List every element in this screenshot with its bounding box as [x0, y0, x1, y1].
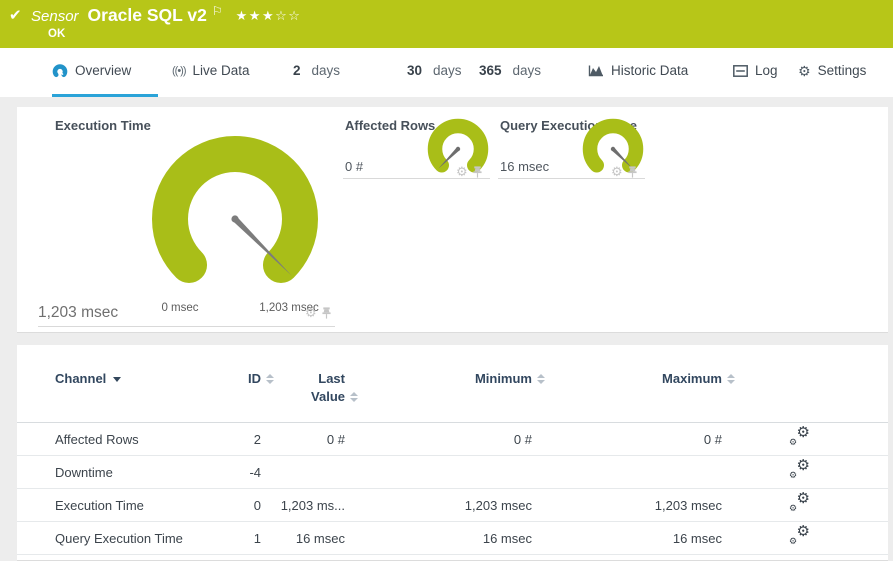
pin-icon[interactable]	[322, 306, 331, 319]
tab-overview[interactable]: Overview	[52, 63, 131, 78]
column-header-id[interactable]: ID	[230, 370, 274, 388]
channel-minimum: 1,203 msec	[464, 497, 532, 513]
channel-settings-icon[interactable]: ⚙	[611, 165, 623, 178]
check-icon: ✔	[9, 7, 22, 24]
tab-live-data[interactable]: ((•)) Live Data	[172, 63, 250, 78]
channel-settings-icon[interactable]: ⚙	[456, 165, 468, 178]
channel-minimum: 16 msec	[482, 530, 532, 546]
pin-icon[interactable]	[473, 165, 482, 178]
channel-settings-gears-icon[interactable]: ⚙ ⚙	[789, 425, 810, 447]
divider	[498, 178, 645, 179]
channels-table-panel: Channel ID Last Value Minimum Maximum Af…	[17, 345, 888, 561]
main-gauge-scale-min: 0 msec	[161, 302, 199, 314]
column-header-maximum[interactable]: Maximum	[545, 370, 735, 388]
status-badge: OK	[48, 28, 66, 40]
channel-last-value: 1,203 ms...	[280, 497, 345, 513]
channel-settings-gears-icon[interactable]: ⚙ ⚙	[789, 491, 810, 513]
tab-2-days[interactable]: 2 days	[293, 63, 340, 78]
divider	[343, 178, 490, 179]
channel-settings-gears-icon[interactable]: ⚙ ⚙	[789, 524, 810, 546]
channel-settings-gears-icon[interactable]: ⚙ ⚙	[789, 458, 810, 480]
channel-name: Downtime	[55, 464, 113, 480]
column-header-last-value[interactable]: Last Value	[274, 370, 358, 406]
tab-log[interactable]: Log	[733, 63, 778, 78]
channel-id: 2	[253, 431, 261, 447]
sort-icon	[727, 374, 735, 384]
channels-table-header: Channel ID Last Value Minimum Maximum	[17, 345, 888, 423]
sensor-title: Oracle SQL v2	[87, 5, 207, 25]
channel-id: -4	[249, 464, 261, 480]
column-header-minimum[interactable]: Minimum	[358, 370, 545, 388]
sort-icon	[266, 374, 274, 384]
channel-maximum: 16 msec	[672, 530, 722, 546]
main-gauge-value: 1,203 msec	[38, 304, 119, 321]
main-gauge-actions: ⚙	[305, 306, 331, 319]
chevron-down-icon	[113, 376, 122, 382]
tab-30-days[interactable]: 30 days	[407, 63, 462, 78]
tab-settings[interactable]: ⚙ Settings	[798, 63, 866, 78]
tab-historic-data[interactable]: Historic Data	[588, 63, 688, 78]
table-row: Execution Time 0 1,203 ms... 1,203 msec …	[17, 489, 888, 522]
channel-minimum: 0 #	[513, 431, 532, 447]
rating-stars[interactable]: ★★★☆☆	[236, 8, 302, 24]
affected-rows-gauge-value: 0 #	[345, 159, 364, 174]
channel-last-value: 0 #	[326, 431, 345, 447]
gauge-icon	[52, 64, 68, 78]
channel-id: 0	[253, 497, 261, 513]
channel-table-body: Affected Rows 2 0 # 0 # 0 # ⚙ ⚙ Downtime …	[17, 423, 888, 555]
channel-name: Query Execution Time	[55, 530, 183, 546]
gauges-panel: Execution Time 0 msec 1,203 msec 1,203 m…	[17, 107, 888, 333]
gear-icon: ⚙	[798, 62, 811, 79]
sort-icon	[350, 392, 358, 402]
table-row: Query Execution Time 1 16 msec 16 msec 1…	[17, 522, 888, 555]
sensor-kind-label: Sensor	[31, 8, 79, 25]
channel-maximum: 1,203 msec	[654, 497, 722, 513]
channel-settings-icon[interactable]: ⚙	[305, 306, 317, 319]
channels-table: Channel ID Last Value Minimum Maximum Af…	[17, 345, 888, 555]
divider	[38, 326, 335, 327]
channel-name: Affected Rows	[55, 431, 139, 447]
table-row: Downtime -4 ⚙ ⚙	[17, 456, 888, 489]
broadcast-icon: ((•))	[172, 64, 186, 77]
query-execution-time-gauge-actions: ⚙	[611, 165, 637, 178]
channel-maximum: 0 #	[703, 431, 722, 447]
sensor-heading: Sensor Oracle SQL v2 ⚐ ★★★☆☆	[31, 4, 302, 26]
column-header-channel[interactable]: Channel	[55, 370, 230, 388]
chart-icon	[588, 65, 603, 77]
channel-name: Execution Time	[55, 497, 144, 513]
main-gauge-title: Execution Time	[55, 118, 151, 133]
tab-bar: Overview ((•)) Live Data 2 days 30 days …	[0, 48, 893, 97]
scroll-edge	[888, 194, 893, 561]
content-area: Execution Time 0 msec 1,203 msec 1,203 m…	[0, 97, 893, 561]
execution-time-gauge	[152, 136, 318, 283]
channel-id: 1	[253, 530, 261, 546]
flag-icon[interactable]: ⚐	[212, 4, 223, 18]
pin-icon[interactable]	[628, 165, 637, 178]
sort-icon	[537, 374, 545, 384]
query-execution-time-gauge-value: 16 msec	[500, 159, 550, 174]
sensor-status-banner: ✔ Sensor Oracle SQL v2 ⚐ ★★★☆☆ OK	[0, 0, 893, 48]
log-icon	[733, 64, 748, 77]
channel-last-value: 16 msec	[295, 530, 345, 546]
tab-365-days[interactable]: 365 days	[479, 63, 541, 78]
table-row: Affected Rows 2 0 # 0 # 0 # ⚙ ⚙	[17, 423, 888, 456]
affected-rows-gauge-actions: ⚙	[456, 165, 482, 178]
